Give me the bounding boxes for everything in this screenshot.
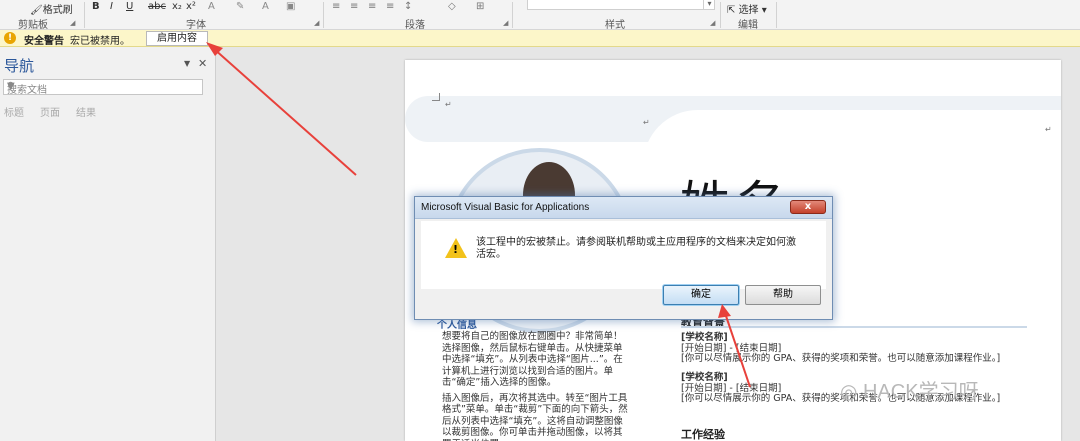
paragraph-group-label: 段落	[405, 20, 425, 31]
arrow-to-enable-button	[212, 47, 357, 176]
strikethrough-button[interactable]: abc	[148, 1, 166, 12]
italic-button[interactable]: I	[110, 1, 113, 12]
navigation-pane: 导航 ▼ ✕ 搜索文档 ⚲ ▼ 标题 页面 结果	[0, 47, 216, 441]
work-experience-heading[interactable]: 工作经验	[681, 426, 725, 441]
superscript-button[interactable]: x²	[186, 1, 196, 12]
tab-headings[interactable]: 标题	[4, 104, 24, 119]
vba-dialog: Microsoft Visual Basic for Applications …	[414, 196, 833, 320]
personal-info-paragraph: 想要将自己的图像放在圆圈中？非常简单！选择图像，然后鼠标右键单击。从快捷菜单中选…	[442, 331, 623, 388]
paragraph-launcher-icon[interactable]: ◢	[503, 19, 508, 27]
dialog-title: Microsoft Visual Basic for Applications	[421, 202, 590, 213]
clipboard-group-label: 剪贴板	[18, 20, 48, 31]
personal-info-paragraph: 插入图像后，再次将其选中。转至“图片工具格式”菜单。单击“裁剪”下面的向下箭头，…	[442, 392, 628, 441]
ribbon-separator	[512, 2, 513, 28]
font-group-label: 字体	[186, 20, 206, 31]
search-input[interactable]: 搜索文档 ⚲ ▼	[3, 79, 203, 96]
security-warning-title: 安全警告	[24, 36, 64, 47]
security-warning-message: 宏已被禁用。	[70, 36, 130, 47]
line-spacing-icon[interactable]: ↕	[404, 1, 412, 12]
styles-group-label: 样式	[605, 20, 625, 31]
help-button[interactable]: 帮助	[745, 285, 821, 305]
styles-gallery[interactable]	[527, 0, 715, 10]
align-center-icon[interactable]: ≡	[350, 1, 358, 12]
clipboard-launcher-icon[interactable]: ◢	[70, 19, 75, 27]
dialog-message: 该工程中的宏被禁止。请参阅联机帮助或主应用程序的文档来决定如何激活宏。	[476, 237, 796, 260]
warning-exclamation: !	[453, 243, 459, 256]
dialog-body: ! 该工程中的宏被禁止。请参阅联机帮助或主应用程序的文档来决定如何激活宏。	[421, 221, 826, 289]
styles-scroll-icon[interactable]: ▾	[703, 0, 715, 10]
styles-launcher-icon[interactable]: ◢	[710, 19, 715, 27]
pane-options-icon[interactable]: ▼	[184, 59, 190, 68]
char-shading-icon[interactable]: ▣	[286, 1, 295, 12]
align-right-icon[interactable]: ≡	[368, 1, 376, 12]
select-label: 选择	[738, 5, 759, 16]
justify-icon[interactable]: ≡	[386, 1, 394, 12]
paragraph-mark: ↵	[643, 118, 650, 127]
close-icon[interactable]: ✕	[198, 57, 207, 70]
school-name: [学校名称]	[681, 372, 728, 383]
crop-mark	[432, 93, 440, 101]
school-dates: [开始日期] - [结束日期]	[681, 382, 782, 394]
font-color-icon[interactable]: A	[262, 1, 269, 12]
paragraph-mark: ↵	[1045, 125, 1052, 134]
text-effects-icon[interactable]: A	[208, 1, 215, 12]
dialog-titlebar[interactable]: Microsoft Visual Basic for Applications …	[415, 197, 832, 219]
format-painter-label: 格式刷	[42, 5, 73, 16]
school-desc: [你可以尽情展示你的 GPA、获得的奖项和荣誉。也可以随意添加课程作业。]	[681, 353, 1001, 364]
ribbon-separator	[323, 2, 324, 28]
dialog-close-button[interactable]: x	[790, 200, 826, 214]
ribbon-separator	[776, 2, 777, 28]
borders-icon[interactable]: ⊞	[476, 1, 484, 12]
watermark-text: HACK学习呀	[863, 381, 979, 403]
tab-results[interactable]: 结果	[76, 104, 96, 119]
school-dates: [开始日期] - [结束日期]	[681, 342, 782, 354]
ribbon-separator	[84, 2, 85, 28]
align-left-icon[interactable]: ≡	[332, 1, 340, 12]
ribbon-separator	[720, 2, 721, 28]
paragraph-mark: ↵	[445, 100, 452, 109]
chevron-down-icon[interactable]: ▼	[7, 81, 200, 92]
navigation-title: 导航	[4, 57, 35, 75]
editing-group-label: 编辑	[738, 20, 758, 31]
tab-pages[interactable]: 页面	[40, 104, 60, 119]
select-button[interactable]: ⇱ 选择 ▾	[727, 1, 767, 16]
education-entry[interactable]: [学校名称] [开始日期] - [结束日期] [你可以尽情展示你的 GPA、获得…	[681, 332, 1001, 365]
shading-icon[interactable]: ◇	[448, 1, 456, 12]
ribbon: 🖌格式刷 B I U abc x₂ x² A ✎ A ▣ ≡ ≡ ≡ ≡ ↕ ◇…	[0, 0, 1080, 31]
school-name: [学校名称]	[681, 332, 728, 343]
format-painter-button[interactable]: 🖌格式刷	[30, 1, 73, 16]
personal-info-body[interactable]: 想要将自己的图像放在圆圈中？非常简单！选择图像，然后鼠标右键单击。从快捷菜单中选…	[442, 331, 630, 441]
watermark: ◎ HACK学习呀	[840, 381, 979, 403]
warning-icon: !	[4, 32, 16, 44]
enable-content-button[interactable]: 启用内容	[146, 31, 208, 46]
highlight-icon[interactable]: ✎	[236, 1, 244, 12]
ok-button[interactable]: 确定	[663, 285, 739, 305]
subscript-button[interactable]: x₂	[172, 1, 182, 12]
security-warning-bar: ! 安全警告 宏已被禁用。 启用内容	[0, 30, 1080, 47]
underline-button[interactable]: U	[126, 1, 133, 12]
font-launcher-icon[interactable]: ◢	[314, 19, 319, 27]
education-divider	[681, 326, 1027, 328]
bold-button[interactable]: B	[92, 1, 100, 12]
